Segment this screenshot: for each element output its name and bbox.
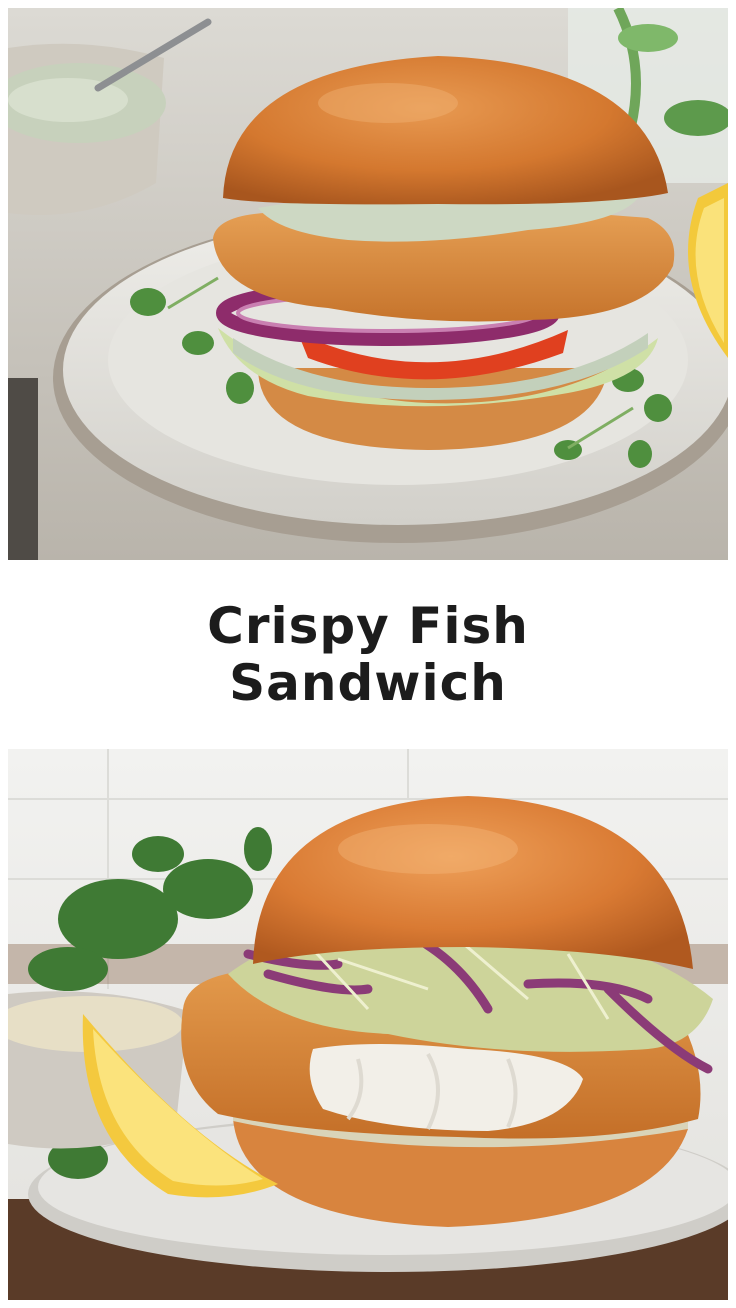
sandwich-photo-top [8, 8, 728, 560]
recipe-title: Crispy Fish Sandwich [207, 596, 529, 712]
sandwich-illustration-top [8, 8, 728, 560]
cutting-board-edge [8, 378, 38, 560]
sandwich-illustration-bottom [8, 749, 728, 1300]
sandwich-photo-bottom [8, 749, 728, 1300]
title-band: Crispy Fish Sandwich [0, 560, 736, 749]
